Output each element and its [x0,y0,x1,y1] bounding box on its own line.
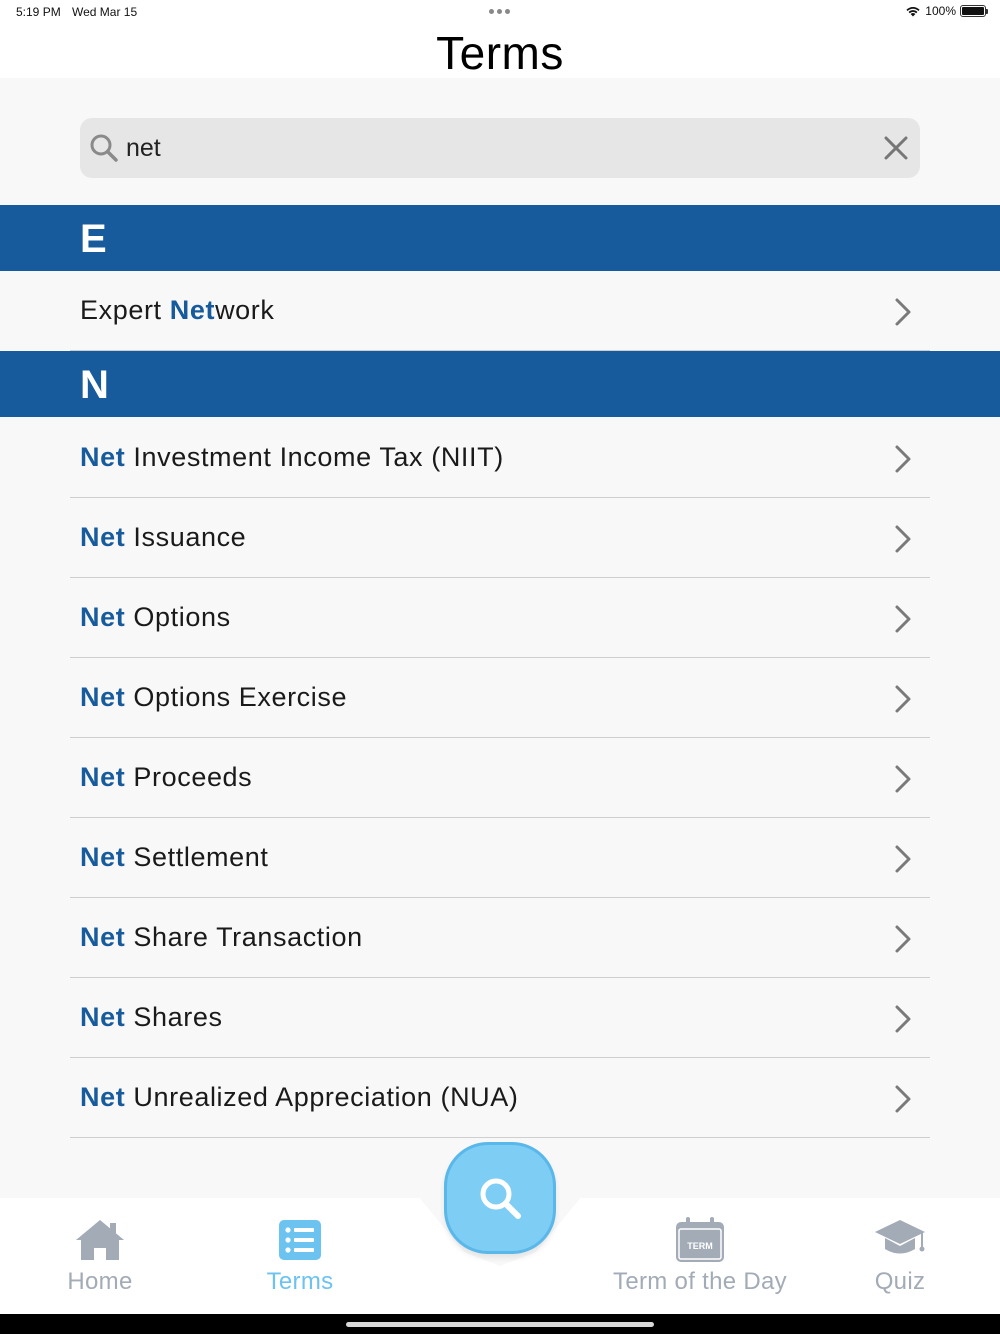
chevron-right-icon [895,1005,911,1033]
term-label: Net Options [80,602,231,632]
house-icon [76,1220,124,1260]
list-item[interactable]: Net Proceeds [0,738,1000,818]
list-item[interactable]: Net Settlement [0,818,1000,898]
chevron-right-icon [895,525,911,553]
section-header-e: E [0,205,1000,271]
close-icon[interactable] [882,134,910,162]
battery-icon [960,5,988,17]
chevron-right-icon [895,445,911,473]
term-label: Net Unrealized Appreciation (NUA) [80,1082,519,1112]
chevron-right-icon [895,685,911,713]
section-letter: E [80,217,107,261]
term-label: Net Share Transaction [80,922,363,952]
list-item[interactable]: Net Options [0,578,1000,658]
battery-percent: 100% [925,4,956,18]
home-strip [0,1314,1000,1334]
section-letter: N [80,363,109,407]
nav-header: Terms [0,24,1000,79]
status-right: 100% [905,4,988,18]
page-title: Terms [436,27,564,79]
section-header-n: N [0,351,1000,417]
wifi-icon [906,7,920,17]
tab-term-of-the-day-label: Term of the Day [613,1268,787,1295]
search-input[interactable] [126,128,866,168]
tab-quiz-label: Quiz [874,1268,926,1295]
list-item[interactable]: Net Options Exercise [0,658,1000,738]
list-item[interactable]: Expert Network [0,271,1000,351]
list-item[interactable]: Net Issuance [0,498,1000,578]
term-label: Net Proceeds [80,762,253,792]
tab-home[interactable]: Home [40,1216,160,1306]
list-icon [279,1220,321,1260]
chevron-right-icon [895,845,911,873]
tab-terms-label: Terms [266,1268,334,1295]
chevron-right-icon [895,605,911,633]
search-icon [480,1178,521,1219]
term-label: Net Shares [80,1002,223,1032]
search-area [0,78,1000,204]
term-label: Net Issuance [80,522,247,552]
tab-term-of-the-day[interactable]: TERM Term of the Day [590,1216,810,1306]
term-label: Net Investment Income Tax (NIIT) [80,442,504,472]
tab-terms[interactable]: Terms [240,1216,360,1306]
term-label: Net Options Exercise [80,682,348,712]
tab-quiz[interactable]: Quiz [840,1216,960,1306]
chevron-right-icon [895,765,911,793]
status-date: Wed Mar 15 [72,5,138,19]
search-fab-button[interactable] [444,1142,556,1254]
calendar-icon: TERM [676,1217,724,1262]
home-indicator[interactable] [346,1322,654,1327]
tab-home-label: Home [67,1268,133,1295]
list-item[interactable]: Net Share Transaction [0,898,1000,978]
status-bar: 5:19 PM Wed Mar 15 100% [0,0,1000,24]
list-item[interactable]: Net Shares [0,978,1000,1058]
chevron-right-icon [895,298,911,326]
list-item[interactable]: Net Unrealized Appreciation (NUA) [0,1058,1000,1138]
search-icon [90,134,118,162]
term-badge: TERM [687,1241,713,1251]
graduation-cap-icon [875,1220,925,1254]
chevron-right-icon [895,925,911,953]
term-label: Net Settlement [80,842,269,872]
status-time: 5:19 PM [16,5,61,19]
divider [70,1137,930,1138]
list-item[interactable]: Net Investment Income Tax (NIIT) [0,418,1000,498]
chevron-right-icon [895,1085,911,1113]
term-label: Expert Network [80,295,275,325]
multitasking-dots-icon[interactable] [489,4,511,18]
search-bar[interactable] [80,118,920,178]
